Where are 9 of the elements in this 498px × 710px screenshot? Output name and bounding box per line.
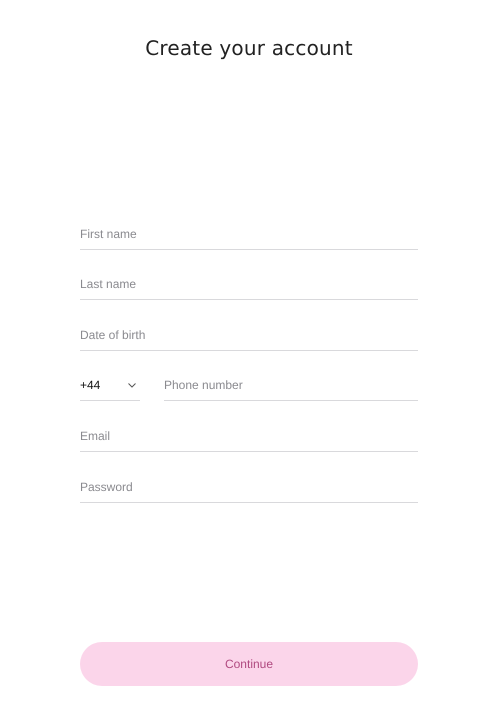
country-code-dropdown[interactable]: +44 [80, 370, 140, 402]
caret-icon [128, 382, 136, 388]
input-field[interactable]: Date of birth [80, 320, 418, 351]
password-field[interactable]: Password [80, 472, 418, 503]
input-field[interactable]: First name [80, 218, 418, 250]
page-title: Create your account [145, 36, 353, 60]
input-field[interactable]: Email [80, 420, 418, 452]
phone-field[interactable]: Phone number [164, 370, 418, 402]
input-field[interactable]: Last name [80, 269, 418, 300]
